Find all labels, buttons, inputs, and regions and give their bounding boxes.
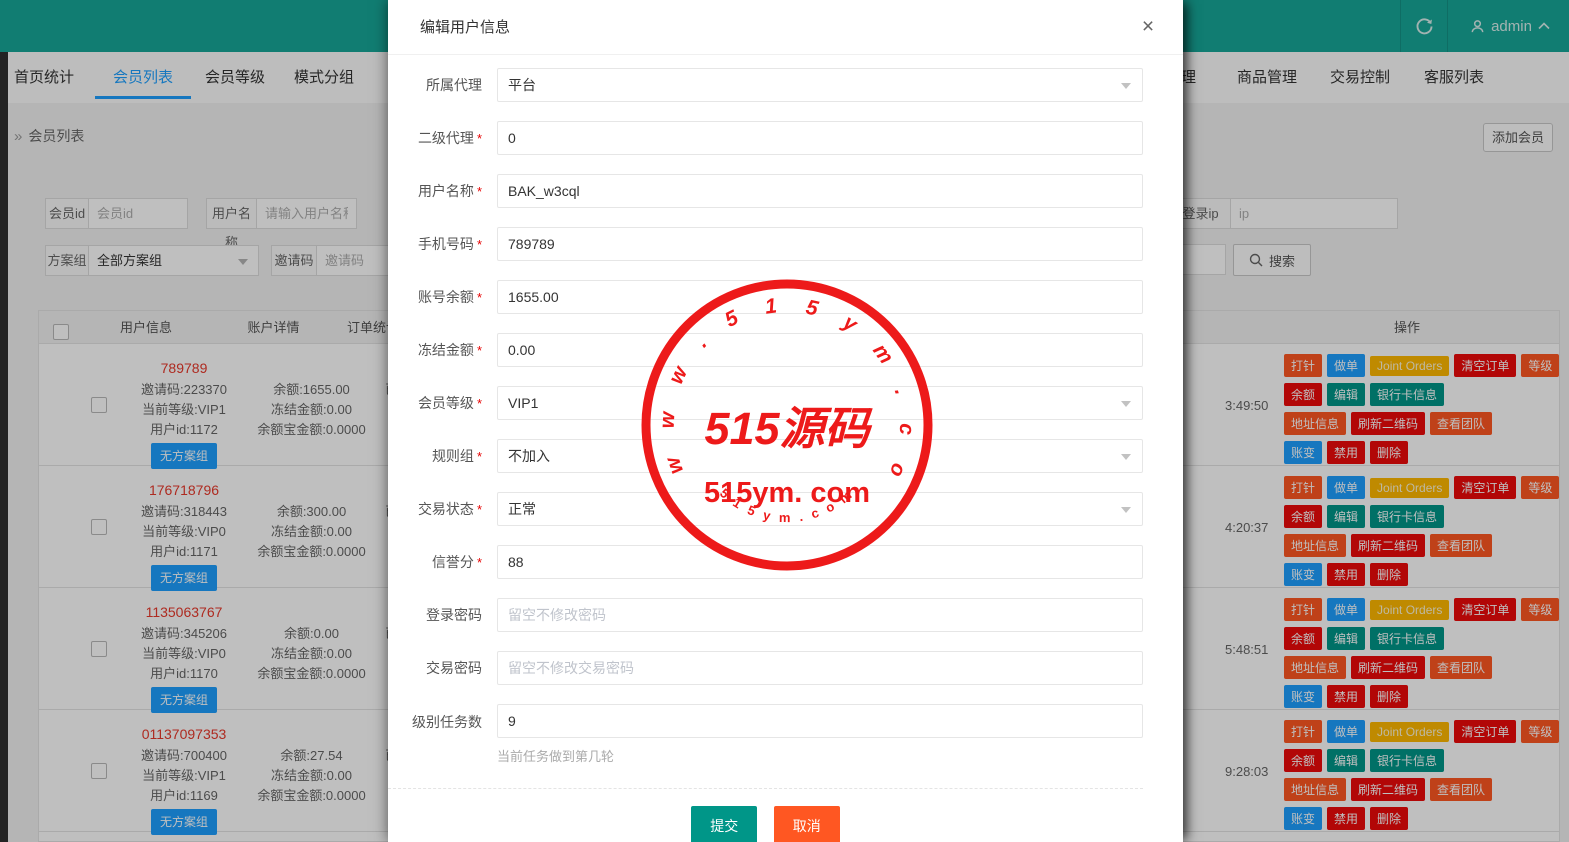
member-level-value: VIP1 [508,395,538,411]
field-label: 级别任务数 [388,704,482,732]
required-star: * [477,555,482,570]
required-star: * [477,343,482,358]
required-star: * [477,131,482,146]
field-label: 二级代理* [388,128,482,148]
required-star: * [477,184,482,199]
field-label: 会员等级* [388,393,482,413]
field-label: 冻结金额* [388,340,482,360]
field-label: 交易密码 [388,658,482,678]
close-icon[interactable]: × [1135,14,1161,40]
chevron-down-icon [1121,454,1131,460]
login-password-input[interactable] [497,598,1143,632]
modal-form: 所属代理 平台 二级代理* 用户名称* 手机号码* 账号余额* 冻结金额* 会员… [388,55,1183,842]
chevron-down-icon [1121,83,1131,89]
modal-footer: 提交 取消 [388,788,1143,842]
field-label: 用户名称* [388,181,482,201]
field-hint: 当前任务做到第几轮 [497,746,1143,765]
field-label: 登录密码 [388,605,482,625]
chevron-down-icon [1121,401,1131,407]
field-label: 交易状态* [388,499,482,519]
modal-title: 编辑用户信息 × [388,0,1183,55]
frozen-amount-input[interactable] [497,333,1143,367]
required-star: * [477,290,482,305]
rule-group-value: 不加入 [508,448,550,464]
trade-status-select[interactable]: 正常 [497,492,1143,526]
field-label: 规则组* [388,446,482,466]
required-star: * [477,237,482,252]
trade-status-value: 正常 [508,501,536,517]
second-agent-input[interactable] [497,121,1143,155]
modal-title-text: 编辑用户信息 [420,19,510,36]
username-input[interactable] [497,174,1143,208]
rule-group-select[interactable]: 不加入 [497,439,1143,473]
level-task-input[interactable] [497,704,1143,738]
required-star: * [477,396,482,411]
required-star: * [477,502,482,517]
app-window: admin 首页统计 会员列表 会员等级 模式分组 管理 商品管理 交易控制 客… [0,0,1569,842]
chevron-down-icon [1121,507,1131,513]
field-label: 所属代理 [388,75,482,95]
cancel-button[interactable]: 取消 [774,806,840,842]
field-label: 信誉分* [388,552,482,572]
balance-input[interactable] [497,280,1143,314]
member-level-select[interactable]: VIP1 [497,386,1143,420]
trade-password-input[interactable] [497,651,1143,685]
edit-user-modal: 编辑用户信息 × 所属代理 平台 二级代理* 用户名称* 手机号码* 账号余额*… [388,0,1183,842]
agent-value: 平台 [508,77,536,93]
field-label: 账号余额* [388,287,482,307]
agent-select[interactable]: 平台 [497,68,1143,102]
submit-button[interactable]: 提交 [691,806,757,842]
phone-input[interactable] [497,227,1143,261]
credit-score-input[interactable] [497,545,1143,579]
required-star: * [477,449,482,464]
field-label: 手机号码* [388,234,482,254]
